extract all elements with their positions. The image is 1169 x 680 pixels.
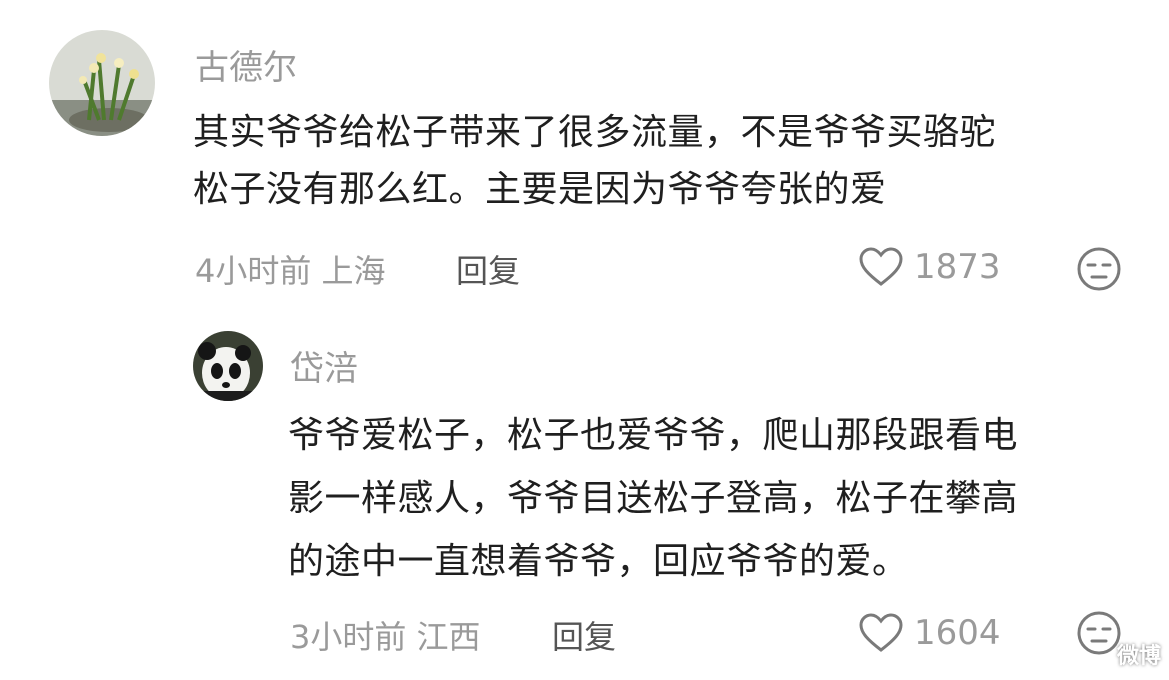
dislike-button[interactable] xyxy=(1076,246,1122,296)
commenter-username[interactable]: 古德尔 xyxy=(195,40,297,89)
comment-time-location: 4小时前 上海 xyxy=(195,252,386,290)
comment-text: 其实爷爷给松子带来了很多流量，不是爷爷买骆驼 松子没有那么红。主要是因为爷爷夸张… xyxy=(193,112,997,210)
comment-text: 爷爷爱松子，松子也爱爷爷，爬山那段跟看电 影一样感人，爷爷目送松子登高，松子在攀… xyxy=(288,415,1019,582)
unamused-face-icon xyxy=(1077,247,1121,291)
unamused-face-icon xyxy=(1077,611,1121,655)
watermark: 微博 xyxy=(1116,644,1161,669)
commenter-username[interactable]: 岱涪 xyxy=(290,341,358,390)
reply-button[interactable]: 回复 xyxy=(456,246,520,292)
like-count: 1873 xyxy=(914,247,1001,287)
dislike-button[interactable] xyxy=(1076,610,1122,660)
heart-icon xyxy=(859,613,903,652)
heart-icon xyxy=(859,247,903,286)
like-button[interactable]: 1873 xyxy=(858,246,1001,288)
commenter-avatar[interactable] xyxy=(193,331,263,401)
reply-button[interactable]: 回复 xyxy=(552,612,616,658)
commenter-avatar[interactable] xyxy=(49,30,155,136)
comment-time-location: 3小时前 江西 xyxy=(290,618,481,656)
like-count: 1604 xyxy=(914,613,1001,653)
like-button[interactable]: 1604 xyxy=(858,612,1001,654)
